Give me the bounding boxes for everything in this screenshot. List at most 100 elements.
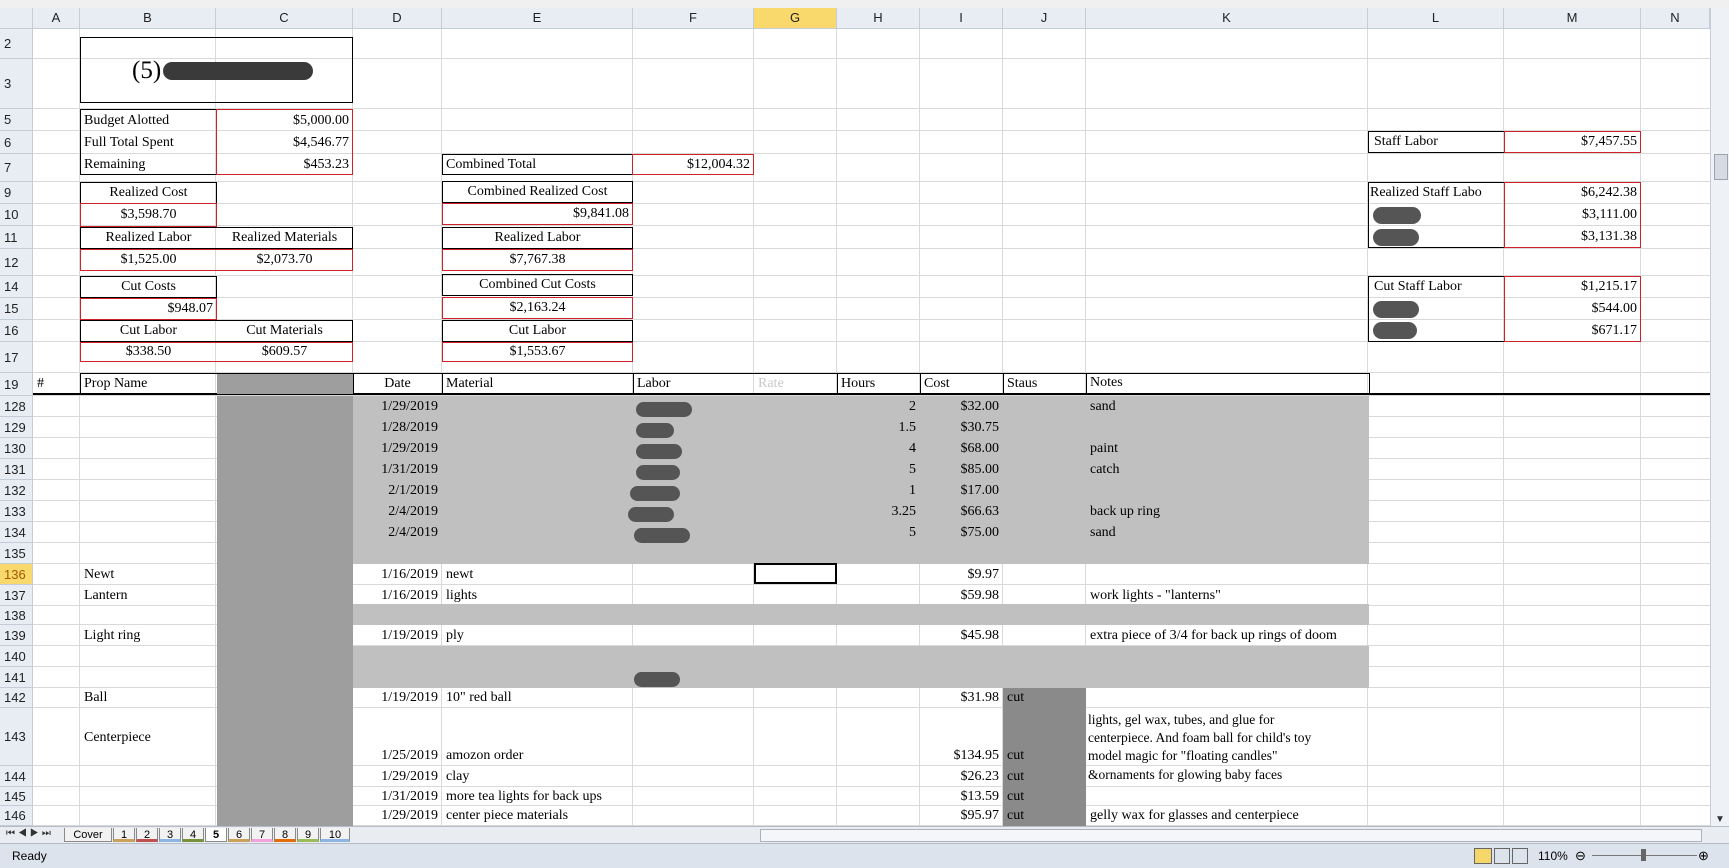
- material-cell[interactable]: amozon order: [442, 746, 527, 766]
- header-prop-name[interactable]: Prop Name: [80, 373, 151, 395]
- combined-realized-labor-value[interactable]: $7,767.38: [442, 249, 633, 271]
- column-header-j[interactable]: J: [1003, 8, 1086, 29]
- header-hours[interactable]: Hours: [837, 373, 879, 395]
- cut-staff-person-2[interactable]: $671.17: [1504, 320, 1641, 342]
- hours-cell[interactable]: 2: [837, 396, 920, 417]
- row-header-5[interactable]: 5: [0, 109, 33, 131]
- row-header-136[interactable]: 136: [0, 564, 33, 585]
- notes-cell[interactable]: sand: [1086, 522, 1120, 543]
- hours-cell[interactable]: 4: [837, 438, 920, 459]
- cost-cell[interactable]: $32.00: [920, 396, 1003, 417]
- status-cell[interactable]: cut: [1003, 787, 1086, 806]
- row-header-144[interactable]: 144: [0, 766, 33, 787]
- realized-staff-person-2[interactable]: $3,131.38: [1504, 226, 1641, 248]
- sheet-tab-10[interactable]: 10: [320, 828, 350, 842]
- cost-cell[interactable]: $26.23: [920, 767, 1003, 787]
- row-header-133[interactable]: 133: [0, 501, 33, 522]
- row-header-129[interactable]: 129: [0, 417, 33, 438]
- prop-name-cell[interactable]: Newt: [80, 564, 118, 585]
- cost-cell[interactable]: $95.97: [920, 806, 1003, 826]
- sheet-tab-6[interactable]: 6: [228, 828, 250, 842]
- hours-cell[interactable]: 3.25: [837, 501, 920, 522]
- date-cell[interactable]: 1/29/2019: [353, 396, 442, 417]
- header-date[interactable]: Date: [353, 373, 442, 395]
- realized-staff-value[interactable]: $6,242.38: [1504, 182, 1641, 204]
- status-cell[interactable]: cut: [1003, 688, 1086, 708]
- row-header-145[interactable]: 145: [0, 787, 33, 806]
- row-header-132[interactable]: 132: [0, 480, 33, 501]
- date-cell[interactable]: 1/28/2019: [353, 417, 442, 438]
- notes-cell[interactable]: work lights - "lanterns": [1086, 585, 1225, 606]
- row-header-140[interactable]: 140: [0, 646, 33, 667]
- prop-name-cell[interactable]: Lantern: [80, 585, 132, 606]
- row-header-12[interactable]: 12: [0, 249, 33, 276]
- sheet-tab-7[interactable]: 7: [251, 828, 273, 842]
- realized-cost-label[interactable]: Realized Cost: [80, 182, 217, 204]
- realized-staff-person-1[interactable]: $3,111.00: [1504, 204, 1641, 226]
- date-cell[interactable]: 2/4/2019: [353, 501, 442, 522]
- cut-staff-person-1[interactable]: $544.00: [1504, 298, 1641, 320]
- sheet-tab-8[interactable]: 8: [274, 828, 296, 842]
- notes-cell[interactable]: paint: [1086, 438, 1122, 459]
- date-cell[interactable]: 1/16/2019: [353, 564, 442, 585]
- vertical-scrollbar[interactable]: ▼: [1710, 8, 1729, 826]
- row-header-16[interactable]: 16: [0, 320, 33, 342]
- row-header-11[interactable]: 11: [0, 226, 33, 249]
- material-cell[interactable]: lights: [442, 585, 481, 606]
- cost-cell[interactable]: $30.75: [920, 417, 1003, 438]
- column-header-c[interactable]: C: [216, 8, 353, 29]
- remaining-value[interactable]: $453.23: [216, 154, 353, 175]
- column-header-e[interactable]: E: [442, 8, 633, 29]
- column-header-d[interactable]: D: [353, 8, 442, 29]
- notes-cell[interactable]: sand: [1086, 396, 1120, 417]
- column-header-b[interactable]: B: [80, 8, 216, 29]
- date-cell[interactable]: 1/19/2019: [353, 688, 442, 708]
- zoom-in-icon[interactable]: ⊕: [1698, 848, 1709, 864]
- material-cell[interactable]: newt: [442, 564, 477, 585]
- row-header-6[interactable]: 6: [0, 131, 33, 154]
- realized-cost-value[interactable]: $3,598.70: [80, 204, 217, 226]
- date-cell[interactable]: 1/29/2019: [353, 806, 442, 826]
- realized-labor-value[interactable]: $1,525.00: [80, 249, 217, 271]
- realized-materials-value[interactable]: $2,073.70: [216, 249, 353, 271]
- spent-label[interactable]: Full Total Spent: [80, 132, 178, 153]
- sheet-tab-2[interactable]: 2: [136, 828, 158, 842]
- cost-cell[interactable]: $59.98: [920, 585, 1003, 606]
- sheet-tab-9[interactable]: 9: [297, 828, 319, 842]
- date-cell[interactable]: 1/31/2019: [353, 459, 442, 480]
- column-header-g[interactable]: G: [754, 8, 837, 29]
- combined-total-value[interactable]: $12,004.32: [632, 154, 754, 175]
- date-cell[interactable]: 1/16/2019: [353, 585, 442, 606]
- material-cell[interactable]: more tea lights for back ups: [442, 787, 606, 806]
- cost-cell[interactable]: $31.98: [920, 688, 1003, 708]
- select-all-corner[interactable]: [0, 8, 33, 29]
- tab-nav-arrows-icon[interactable]: ⏮◀▶⏭: [6, 828, 54, 839]
- cost-cell[interactable]: $134.95: [920, 746, 1003, 766]
- row-header-141[interactable]: 141: [0, 667, 33, 688]
- cut-staff-label[interactable]: Cut Staff Labor: [1370, 276, 1466, 298]
- combined-cut-labor-label[interactable]: Cut Labor: [442, 320, 633, 342]
- column-header-h[interactable]: H: [837, 8, 920, 29]
- date-cell[interactable]: 2/4/2019: [353, 522, 442, 543]
- column-header-m[interactable]: M: [1504, 8, 1641, 29]
- zoom-out-icon[interactable]: ⊖: [1575, 848, 1586, 864]
- hours-cell[interactable]: 1.5: [837, 417, 920, 438]
- hours-cell[interactable]: 5: [837, 459, 920, 480]
- row-header-9[interactable]: 9: [0, 182, 33, 204]
- row-header-14[interactable]: 14: [0, 276, 33, 298]
- remaining-label[interactable]: Remaining: [80, 154, 149, 175]
- date-cell[interactable]: 1/25/2019: [353, 746, 442, 766]
- combined-realized-value[interactable]: $9,841.08: [442, 203, 633, 225]
- header-status[interactable]: Staus: [1003, 373, 1041, 395]
- combined-realized-label[interactable]: Combined Realized Cost: [442, 181, 633, 203]
- row-header-146[interactable]: 146: [0, 806, 33, 826]
- page-break-icon[interactable]: [1512, 848, 1528, 864]
- combined-cut-label[interactable]: Combined Cut Costs: [442, 274, 633, 296]
- column-header-a[interactable]: A: [33, 8, 80, 29]
- column-header-k[interactable]: K: [1086, 8, 1368, 29]
- header-rate[interactable]: Rate: [754, 373, 788, 395]
- row-header-19[interactable]: 19: [0, 373, 33, 396]
- cost-cell[interactable]: $75.00: [920, 522, 1003, 543]
- row-header-130[interactable]: 130: [0, 438, 33, 459]
- sheet-tab-1[interactable]: 1: [113, 828, 135, 842]
